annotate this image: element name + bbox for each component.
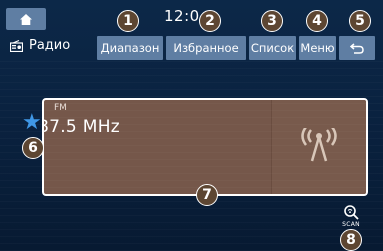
favorites-button[interactable]: Избранное (166, 36, 246, 60)
menu-button[interactable]: Меню (299, 36, 336, 60)
callout-6: 6 (22, 137, 44, 159)
antenna-icon (301, 128, 337, 162)
band-button[interactable]: Диапазон (97, 36, 163, 60)
radio-icon (10, 39, 23, 52)
callout-3: 3 (261, 10, 283, 32)
callout-2: 2 (199, 10, 221, 32)
home-button[interactable] (6, 8, 46, 30)
page-title: Радио (10, 38, 70, 53)
scan-button[interactable]: SCAN (336, 204, 366, 232)
callout-8: 8 (340, 229, 362, 251)
home-icon (20, 13, 32, 25)
callout-4: 4 (306, 10, 328, 32)
clock: 12:0 (164, 7, 200, 25)
station-info-panel[interactable]: FM 87.5 MHz (42, 98, 368, 196)
band-label: FM (54, 103, 67, 113)
favorite-star-icon[interactable]: ★ (22, 112, 42, 134)
page-title-label: Радио (29, 38, 71, 53)
callout-5: 5 (349, 10, 371, 32)
back-icon (350, 42, 364, 54)
back-button[interactable] (339, 36, 375, 60)
callout-7: 7 (196, 184, 218, 206)
list-button[interactable]: Список (249, 36, 296, 60)
frequency-label: 87.5 MHz (42, 117, 121, 137)
radio-screen: 12:0 Радио Диапазон Избранное Список Мен… (0, 0, 383, 251)
scan-label: SCAN (342, 221, 360, 228)
broadcast-panel (271, 100, 366, 194)
scan-icon (344, 205, 359, 220)
callout-1: 1 (117, 10, 139, 32)
